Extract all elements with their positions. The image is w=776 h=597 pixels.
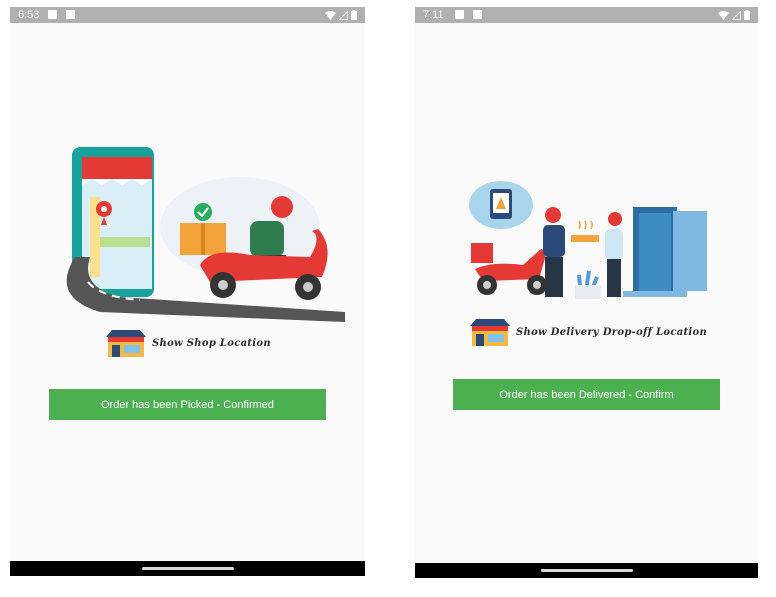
notification-icon [48,10,57,19]
show-location-link[interactable]: Show Delivery Drop-off Location [470,318,707,346]
signal-icon [339,10,348,20]
home-gesture-handle[interactable] [141,567,234,570]
show-location-link[interactable]: Show Shop Location [106,329,271,357]
order-delivered-confirm-button[interactable]: Order has been Delivered - Confirm [453,379,720,410]
show-location-label: Show Shop Location [152,337,271,349]
notification-icon [455,10,464,19]
battery-icon [744,10,750,20]
delivery-handoff-illustration [469,181,707,299]
status-time: 7:11 [423,9,444,21]
sd-card-icon [473,10,482,19]
delivery-scooter-pickup-illustration [66,147,345,322]
order-picked-confirm-button[interactable]: Order has been Picked - Confirmed [49,389,326,420]
signal-icon [732,10,741,20]
status-bar: 7:11 [415,7,758,23]
navigation-bar [415,563,758,578]
status-bar: 6:53 [10,7,365,23]
shop-icon [106,330,146,357]
navigation-bar [10,561,365,576]
wifi-icon [718,10,729,20]
show-location-label: Show Delivery Drop-off Location [516,326,708,338]
home-gesture-handle[interactable] [540,569,633,572]
battery-icon [351,10,357,20]
sd-card-icon [66,10,75,19]
phone-screen-pickup: 6:53 Show Shop Location Order has been P… [10,7,365,576]
shop-icon [470,319,510,346]
phone-screen-delivery: 7:11 Show Delivery Drop-off Location Ord… [415,7,758,578]
status-time: 6:53 [18,9,40,21]
wifi-icon [325,10,336,20]
